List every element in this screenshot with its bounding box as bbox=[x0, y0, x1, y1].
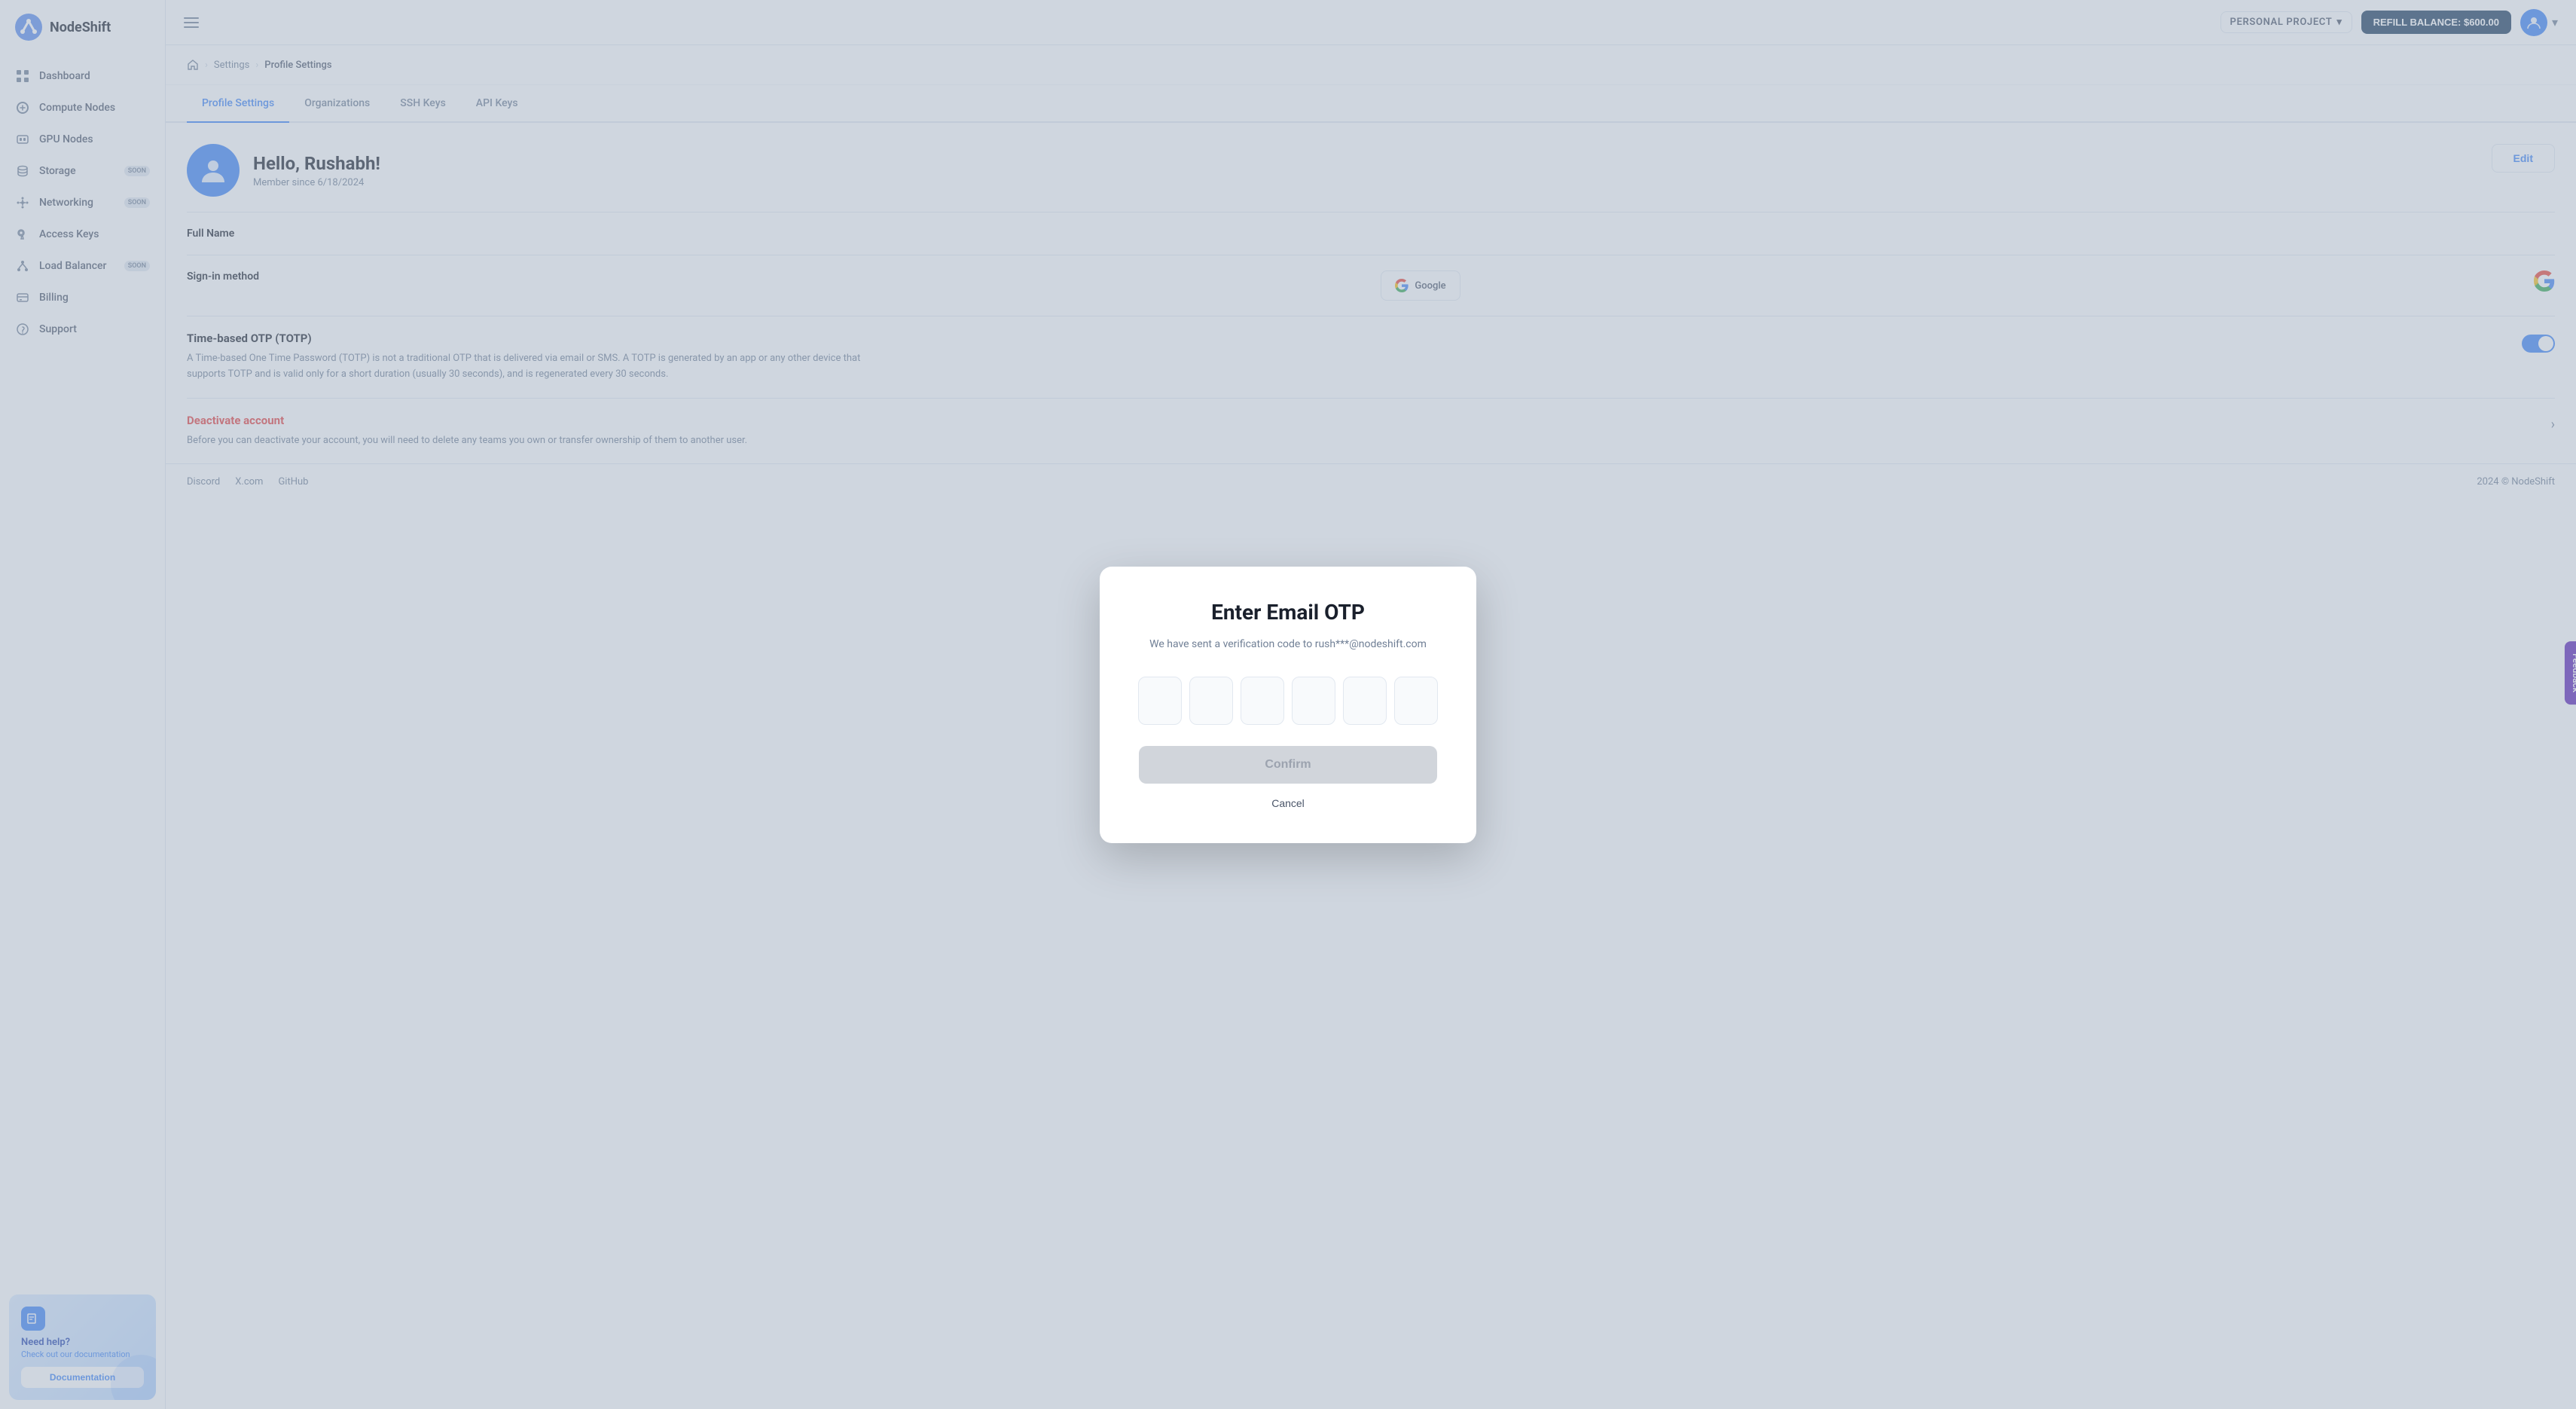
cancel-button[interactable]: Cancel bbox=[1271, 797, 1305, 809]
otp-input-3[interactable] bbox=[1241, 677, 1284, 725]
otp-input-2[interactable] bbox=[1189, 677, 1233, 725]
otp-input-1[interactable] bbox=[1138, 677, 1182, 725]
otp-inputs-container bbox=[1139, 677, 1437, 725]
otp-modal: Enter Email OTP We have sent a verificat… bbox=[1100, 567, 1476, 843]
otp-input-6[interactable] bbox=[1394, 677, 1438, 725]
modal-subtitle: We have sent a verification code to rush… bbox=[1139, 637, 1437, 653]
modal-title: Enter Email OTP bbox=[1139, 600, 1437, 625]
modal-overlay: Enter Email OTP We have sent a verificat… bbox=[0, 0, 2576, 1409]
confirm-button[interactable]: Confirm bbox=[1139, 746, 1437, 784]
otp-input-5[interactable] bbox=[1343, 677, 1387, 725]
otp-input-4[interactable] bbox=[1292, 677, 1335, 725]
